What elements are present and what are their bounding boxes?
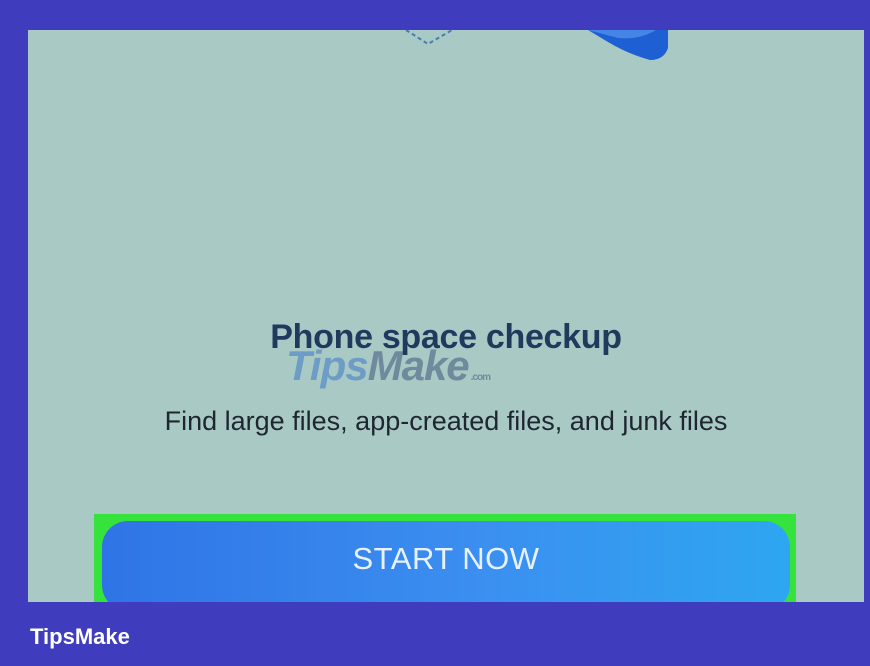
illustration-graphic xyxy=(405,30,668,60)
tutorial-frame: Phone space checkup TipsMake .com Find la… xyxy=(0,0,870,666)
page-title: Phone space checkup xyxy=(270,318,622,356)
page-subtitle: Find large files, app-created files, and… xyxy=(164,406,728,436)
start-now-button[interactable]: START NOW xyxy=(102,521,790,602)
watermark-suffix: .com xyxy=(470,372,491,383)
phone-screen: Phone space checkup TipsMake .com Find la… xyxy=(28,30,864,602)
brand-label: TipsMake xyxy=(30,624,130,649)
